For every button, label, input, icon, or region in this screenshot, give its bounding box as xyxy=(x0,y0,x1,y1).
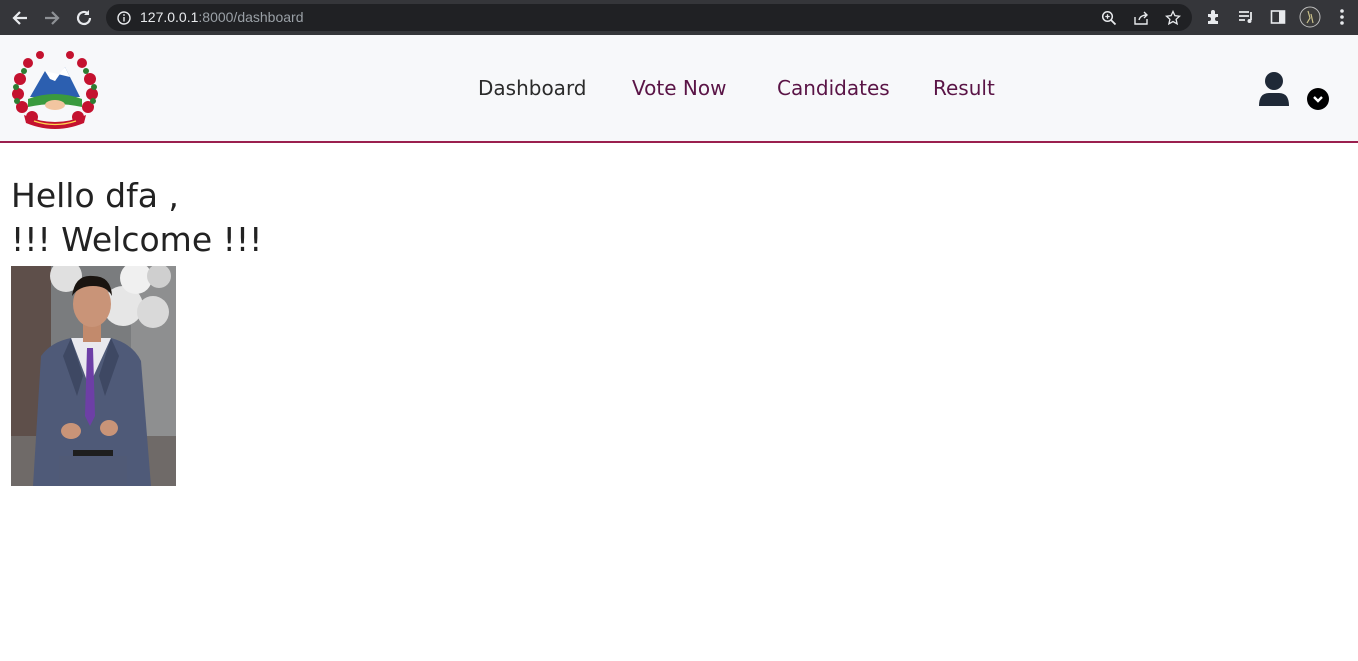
extensions-icon[interactable] xyxy=(1203,6,1225,28)
nepal-emblem-logo[interactable] xyxy=(10,49,100,129)
nav-link-dashboard[interactable]: Dashboard xyxy=(478,76,587,100)
profile-avatar[interactable] xyxy=(1299,6,1321,28)
greeting-line-welcome: !!! Welcome !!! xyxy=(11,220,263,259)
menu-icon[interactable] xyxy=(1331,6,1353,28)
info-icon[interactable] xyxy=(115,9,133,27)
media-icon[interactable] xyxy=(1235,6,1257,28)
nav-link-vote-now[interactable]: Vote Now xyxy=(632,76,726,100)
nav-link-dashboard-label: Dashboard xyxy=(478,76,587,100)
sidepanel-icon[interactable] xyxy=(1267,6,1289,28)
user-profile-photo xyxy=(11,266,176,486)
zoom-icon[interactable] xyxy=(1100,9,1118,27)
nav-link-candidates[interactable]: Candidates xyxy=(777,76,890,100)
star-icon[interactable] xyxy=(1164,9,1182,27)
user-icon[interactable] xyxy=(1256,71,1292,107)
url-text[interactable]: 127.0.0.1:8000/dashboard xyxy=(140,9,303,25)
nav-link-result-label: Result xyxy=(933,76,995,100)
url-path: :8000/dashboard xyxy=(198,9,304,25)
url-host: 127.0.0.1 xyxy=(140,9,199,25)
back-icon[interactable] xyxy=(8,6,32,30)
app-navbar: Dashboard Vote Now Candidates Result xyxy=(0,35,1358,143)
address-bar[interactable]: 127.0.0.1:8000/dashboard xyxy=(106,4,1192,31)
browser-toolbar: 127.0.0.1:8000/dashboard xyxy=(0,0,1358,35)
nav-link-vote-now-label: Vote Now xyxy=(632,76,727,100)
share-icon[interactable] xyxy=(1132,9,1150,27)
nav-link-result[interactable]: Result xyxy=(933,76,995,100)
forward-icon[interactable] xyxy=(40,6,64,30)
welcome-heading: Hello dfa , !!! Welcome !!! xyxy=(11,174,262,262)
nav-link-candidates-label: Candidates xyxy=(777,76,890,100)
reload-icon[interactable] xyxy=(72,6,96,30)
greeting-line-hello: Hello dfa , xyxy=(11,176,179,215)
chevron-down-icon[interactable] xyxy=(1307,88,1329,110)
